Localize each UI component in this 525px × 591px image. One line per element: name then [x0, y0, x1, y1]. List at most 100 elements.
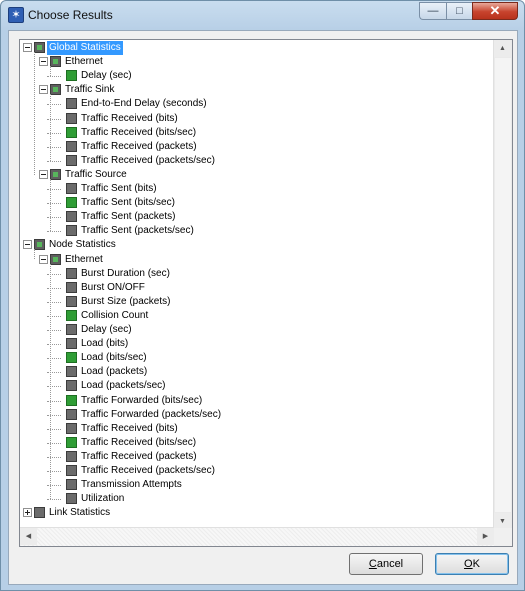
tree-row[interactable]: Traffic Received (packets) — [20, 450, 494, 464]
checkbox-icon[interactable] — [50, 168, 61, 180]
checkbox-icon[interactable] — [66, 126, 77, 138]
tree-row[interactable]: Load (packets/sec) — [20, 379, 494, 393]
tree-row[interactable]: Traffic Forwarded (bits/sec) — [20, 394, 494, 408]
tree-row[interactable]: Utilization — [20, 492, 494, 506]
collapse-icon[interactable] — [39, 254, 48, 264]
checkbox-icon[interactable] — [66, 281, 77, 293]
tree-row[interactable]: Traffic Sent (packets) — [20, 210, 494, 224]
collapse-icon[interactable] — [39, 57, 48, 67]
tree-item-label[interactable]: Delay (sec) — [79, 323, 134, 337]
cancel-button[interactable]: Cancel — [349, 553, 423, 575]
tree-row[interactable]: Node Statistics — [20, 238, 494, 252]
tree-row[interactable]: Transmission Attempts — [20, 478, 494, 492]
checkbox-icon[interactable] — [50, 84, 61, 96]
checkbox-icon[interactable] — [34, 239, 45, 251]
tree-item-label[interactable]: Ethernet — [63, 55, 105, 69]
checkbox-icon[interactable] — [66, 154, 77, 166]
checkbox-icon[interactable] — [50, 56, 61, 68]
tree-item-label[interactable]: Traffic Sent (bits) — [79, 182, 159, 196]
checkbox-icon[interactable] — [66, 450, 77, 462]
tree-item-label[interactable]: Load (packets) — [79, 365, 149, 379]
checkbox-icon[interactable] — [34, 507, 45, 519]
checkbox-icon[interactable] — [66, 352, 77, 364]
tree-item-label[interactable]: Traffic Sent (packets) — [79, 210, 177, 224]
checkbox-icon[interactable] — [66, 98, 77, 110]
scroll-up-arrow-icon[interactable]: ▲ — [494, 40, 511, 57]
checkbox-icon[interactable] — [66, 408, 77, 420]
collapse-icon[interactable] — [23, 43, 32, 52]
checkbox-icon[interactable] — [66, 225, 77, 237]
tree-row[interactable]: End-to-End Delay (seconds) — [20, 97, 494, 111]
tree-item-label[interactable]: End-to-End Delay (seconds) — [79, 97, 209, 111]
collapse-icon[interactable] — [23, 240, 32, 250]
maximize-button[interactable]: □ — [446, 2, 472, 20]
minimize-button[interactable]: — — [419, 2, 446, 20]
tree-content[interactable]: Global Statistics Ethernet Delay (sec) Traf… — [20, 40, 494, 530]
results-tree-view[interactable]: Global Statistics Ethernet Delay (sec) Traf… — [19, 39, 513, 547]
tree-row[interactable]: Traffic Received (packets/sec) — [20, 154, 494, 168]
checkbox-icon[interactable] — [66, 211, 77, 223]
checkbox-icon[interactable] — [66, 465, 77, 476]
tree-row[interactable]: Ethernet — [20, 55, 494, 69]
tree-item-label[interactable]: Global Statistics — [47, 41, 123, 55]
tree-row[interactable]: Load (bits) — [20, 337, 494, 351]
tree-row[interactable]: Delay (sec) — [20, 69, 494, 83]
app-icon[interactable]: ✶ — [8, 7, 24, 23]
expand-icon[interactable] — [23, 508, 32, 518]
tree-row[interactable]: Traffic Sent (packets/sec) — [20, 224, 494, 238]
tree-item-label[interactable]: Load (bits) — [79, 337, 130, 351]
tree-item-label[interactable]: Traffic Received (packets) — [79, 140, 199, 154]
tree-row[interactable]: Traffic Source — [20, 168, 494, 182]
tree-row[interactable]: Collision Count — [20, 309, 494, 323]
checkbox-icon[interactable] — [66, 70, 77, 82]
collapse-icon[interactable] — [39, 85, 48, 95]
tree-row[interactable]: Link Statistics — [20, 506, 494, 520]
tree-item-label[interactable]: Transmission Attempts — [79, 478, 184, 492]
tree-item-label[interactable]: Traffic Received (bits/sec) — [79, 126, 198, 140]
checkbox-icon[interactable] — [66, 309, 77, 321]
checkbox-icon[interactable] — [66, 493, 77, 505]
tree-row[interactable]: Burst Duration (sec) — [20, 267, 494, 281]
checkbox-icon[interactable] — [66, 479, 77, 491]
ok-button[interactable]: OK — [435, 553, 509, 575]
tree-item-label[interactable]: Burst Duration (sec) — [79, 267, 172, 281]
title-bar[interactable]: ✶ Choose Results — □ ✕ — [1, 1, 524, 28]
tree-item-label[interactable]: Delay (sec) — [79, 69, 134, 83]
tree-row[interactable]: Load (bits/sec) — [20, 351, 494, 365]
tree-item-label[interactable]: Utilization — [79, 492, 126, 506]
tree-row[interactable]: Burst Size (packets) — [20, 295, 494, 309]
checkbox-icon[interactable] — [50, 253, 61, 265]
tree-item-label[interactable]: Node Statistics — [47, 238, 118, 252]
tree-row[interactable]: Global Statistics — [20, 41, 494, 55]
vertical-scroll-thumb[interactable] — [495, 58, 511, 512]
tree-row[interactable]: Traffic Sent (bits/sec) — [20, 196, 494, 210]
collapse-icon[interactable] — [39, 169, 48, 179]
checkbox-icon[interactable] — [66, 380, 77, 392]
tree-item-label[interactable]: Traffic Sent (bits/sec) — [79, 196, 177, 210]
tree-item-label[interactable]: Traffic Received (bits) — [79, 422, 180, 436]
tree-row[interactable]: Traffic Forwarded (packets/sec) — [20, 408, 494, 422]
tree-item-label[interactable]: Traffic Sink — [63, 83, 116, 97]
tree-item-label[interactable]: Ethernet — [63, 253, 105, 267]
tree-item-label[interactable]: Traffic Forwarded (bits/sec) — [79, 394, 204, 408]
checkbox-icon[interactable] — [34, 42, 45, 53]
tree-row[interactable]: Traffic Received (packets) — [20, 140, 494, 154]
checkbox-icon[interactable] — [66, 140, 77, 152]
checkbox-icon[interactable] — [66, 197, 77, 209]
tree-item-label[interactable]: Load (packets/sec) — [79, 379, 168, 393]
checkbox-icon[interactable] — [66, 366, 77, 378]
tree-item-label[interactable]: Traffic Sent (packets/sec) — [79, 224, 196, 238]
tree-item-label[interactable]: Burst Size (packets) — [79, 295, 172, 309]
checkbox-icon[interactable] — [66, 338, 77, 350]
checkbox-icon[interactable] — [66, 394, 77, 406]
tree-row[interactable]: Traffic Sink — [20, 83, 494, 97]
tree-item-label[interactable]: Load (bits/sec) — [79, 351, 149, 365]
scroll-right-arrow-icon[interactable]: ▶ — [477, 528, 494, 545]
close-button[interactable]: ✕ — [472, 2, 518, 20]
tree-item-label[interactable]: Collision Count — [79, 309, 150, 323]
tree-item-label[interactable]: Traffic Forwarded (packets/sec) — [79, 408, 223, 422]
horizontal-scrollbar[interactable]: ◀ ▶ — [20, 527, 494, 546]
tree-row[interactable]: Traffic Received (bits/sec) — [20, 436, 494, 450]
checkbox-icon[interactable] — [66, 183, 77, 194]
tree-row[interactable]: Delay (sec) — [20, 323, 494, 337]
